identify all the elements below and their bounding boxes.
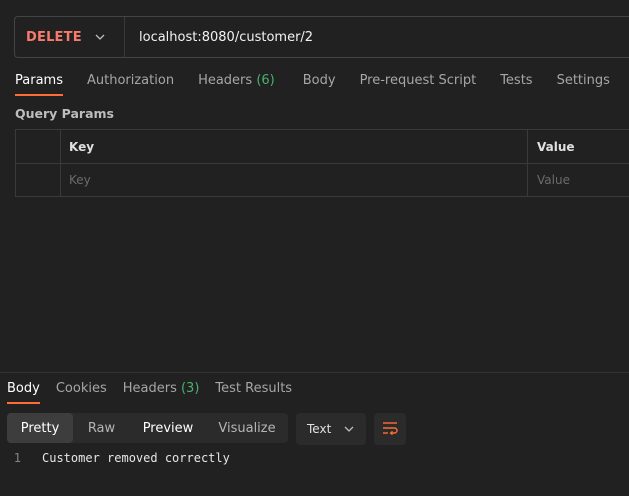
key-input[interactable]: Key bbox=[61, 164, 528, 196]
tab-params[interactable]: Params bbox=[15, 72, 63, 96]
view-raw-button[interactable]: Raw bbox=[73, 413, 130, 443]
chevron-down-icon bbox=[343, 423, 355, 435]
tab-label: Cookies bbox=[55, 381, 107, 396]
response-tabs: Body Cookies Headers (3) Test Results bbox=[7, 380, 308, 404]
checkbox-column bbox=[16, 130, 61, 163]
response-tab-body[interactable]: Body bbox=[7, 380, 40, 404]
row-checkbox-cell bbox=[16, 164, 61, 196]
url-bar: DELETE bbox=[14, 16, 629, 58]
response-line: 1 Customer removed correctly bbox=[0, 450, 230, 467]
response-divider[interactable] bbox=[0, 372, 629, 373]
tab-label: Settings bbox=[556, 73, 610, 88]
tab-label: Headers bbox=[122, 381, 177, 396]
tab-tests[interactable]: Tests bbox=[500, 72, 532, 96]
method-select[interactable]: DELETE bbox=[15, 17, 125, 57]
response-tab-test-results[interactable]: Test Results bbox=[215, 380, 292, 404]
view-preview-button[interactable]: Preview bbox=[130, 413, 206, 443]
view-pretty-button[interactable]: Pretty bbox=[7, 413, 73, 443]
value-header: Value bbox=[537, 139, 575, 154]
tab-label: Test Results bbox=[215, 381, 293, 396]
tab-authorization[interactable]: Authorization bbox=[87, 72, 174, 96]
tab-body[interactable]: Body bbox=[303, 72, 336, 96]
view-visualize-button[interactable]: Visualize bbox=[206, 413, 288, 443]
view-mode-group: Pretty Raw Preview Visualize bbox=[7, 413, 288, 443]
method-label: DELETE bbox=[26, 29, 82, 45]
tab-pre-request-script[interactable]: Pre-request Script bbox=[360, 72, 477, 96]
url-input[interactable] bbox=[125, 17, 629, 57]
request-tabs: Params Authorization Headers (6) Body Pr… bbox=[15, 72, 629, 98]
key-header: Key bbox=[61, 130, 528, 163]
headers-count: (6) bbox=[256, 73, 275, 88]
tab-label: Pre-request Script bbox=[359, 73, 477, 88]
table-row: Key Value bbox=[16, 163, 629, 196]
format-label: Text bbox=[307, 422, 332, 436]
response-tab-cookies[interactable]: Cookies bbox=[56, 380, 107, 404]
format-select[interactable]: Text bbox=[296, 413, 366, 445]
query-params-title: Query Params bbox=[15, 106, 114, 121]
tab-settings[interactable]: Settings bbox=[557, 72, 610, 96]
tab-label: Headers bbox=[198, 73, 253, 88]
wrap-lines-icon bbox=[382, 420, 398, 439]
table-header-row: Key Value bbox=[16, 130, 629, 163]
chevron-down-icon bbox=[94, 31, 106, 43]
query-params-table: Key Value Key Value bbox=[15, 129, 629, 197]
tab-headers[interactable]: Headers (6) bbox=[198, 72, 275, 96]
response-headers-count: (3) bbox=[180, 381, 200, 396]
tab-label: Body bbox=[302, 73, 336, 88]
tab-label: Params bbox=[15, 73, 63, 88]
line-number: 1 bbox=[13, 451, 21, 465]
wrap-lines-button[interactable] bbox=[374, 413, 406, 445]
response-text: Customer removed correctly bbox=[42, 451, 230, 465]
tab-label: Tests bbox=[500, 73, 533, 88]
value-input[interactable]: Value bbox=[528, 164, 629, 196]
response-tab-headers[interactable]: Headers (3) bbox=[123, 380, 200, 404]
tab-label: Body bbox=[7, 381, 40, 396]
tab-label: Authorization bbox=[86, 73, 175, 88]
